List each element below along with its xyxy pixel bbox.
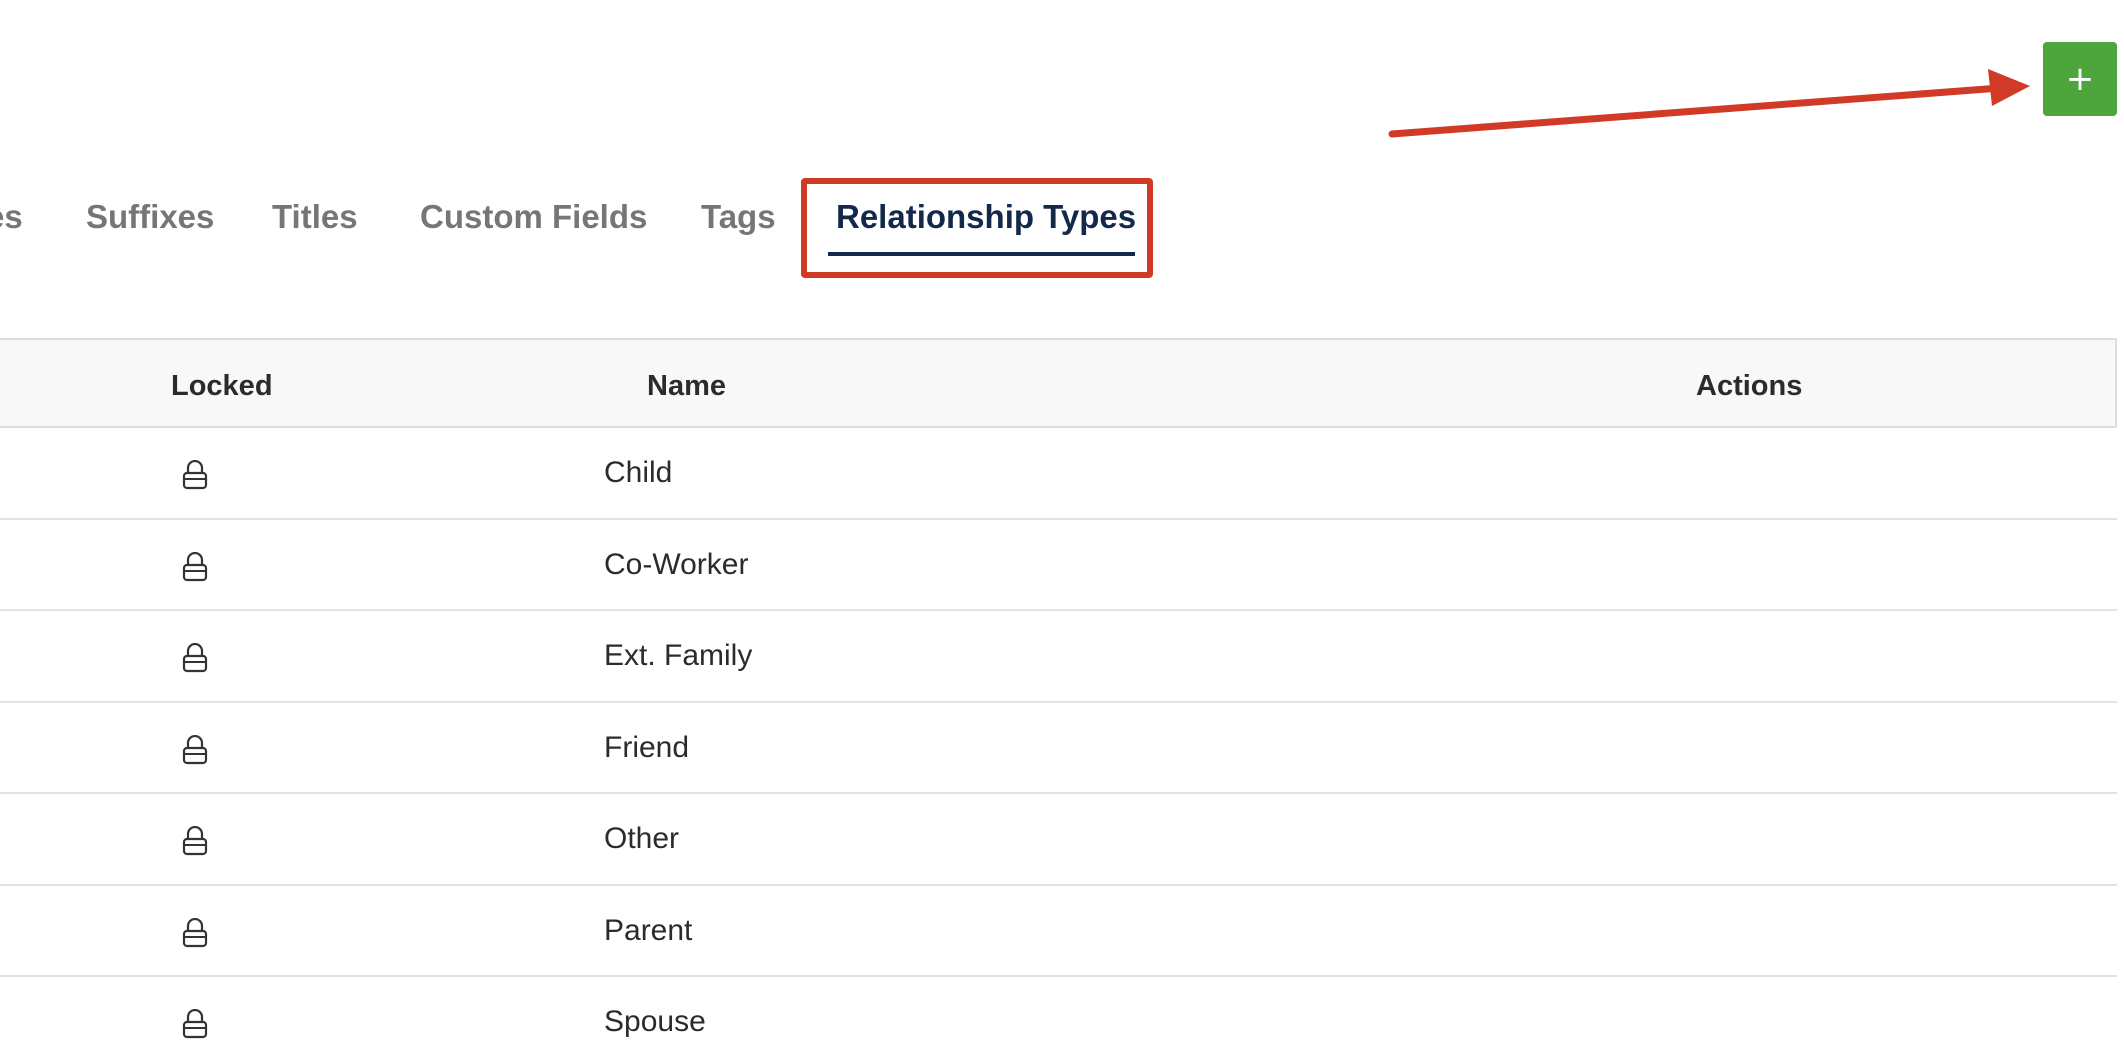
table-row[interactable]: Co-Worker: [0, 520, 2117, 611]
tab-custom-fields[interactable]: Custom Fields: [420, 198, 647, 236]
table-row[interactable]: Other: [0, 794, 2117, 886]
column-header-locked[interactable]: Locked: [171, 370, 273, 403]
tab-tags[interactable]: Tags: [701, 198, 776, 236]
tab-relationship-types[interactable]: Relationship Types: [836, 198, 1136, 236]
relationship-name: Co-Worker: [604, 547, 749, 581]
relationship-name: Ext. Family: [604, 639, 753, 672]
lock-icon: [182, 917, 208, 947]
table-row[interactable]: Spouse: [0, 977, 2117, 1040]
relationship-name: Friend: [604, 730, 690, 764]
lock-icon: [182, 1009, 208, 1039]
active-tab-underline: [828, 252, 1135, 256]
relationship-name: Child: [604, 456, 673, 489]
relationship-name: Spouse: [604, 1005, 706, 1038]
table-row[interactable]: Child: [0, 428, 2117, 520]
lock-icon: [182, 460, 208, 490]
column-header-actions: Actions: [1696, 370, 1803, 402]
table-row[interactable]: Ext. Family: [0, 611, 2117, 703]
lock-icon: [182, 826, 208, 856]
relationship-name: Other: [604, 822, 680, 855]
lock-icon: [182, 551, 208, 581]
column-header-name[interactable]: Name: [647, 370, 726, 403]
table-row[interactable]: Parent: [0, 886, 2117, 977]
page: + es Suffixes Titles Custom Fields Tags …: [0, 0, 2124, 1040]
tab-suffixes[interactable]: Suffixes: [86, 198, 214, 236]
lock-icon: [182, 734, 208, 764]
tab-titles[interactable]: Titles: [272, 198, 358, 236]
relationship-types-table: Locked Name Actions Child Co-Worker Ext.…: [0, 338, 2117, 1040]
relationship-name: Parent: [604, 913, 693, 947]
table-row[interactable]: Friend: [0, 703, 2117, 794]
tab-partial[interactable]: es: [0, 198, 23, 236]
lock-icon: [182, 643, 208, 673]
table-header: Locked Name Actions: [0, 338, 2117, 428]
tab-bar: es Suffixes Titles Custom Fields Tags Re…: [0, 0, 2124, 300]
